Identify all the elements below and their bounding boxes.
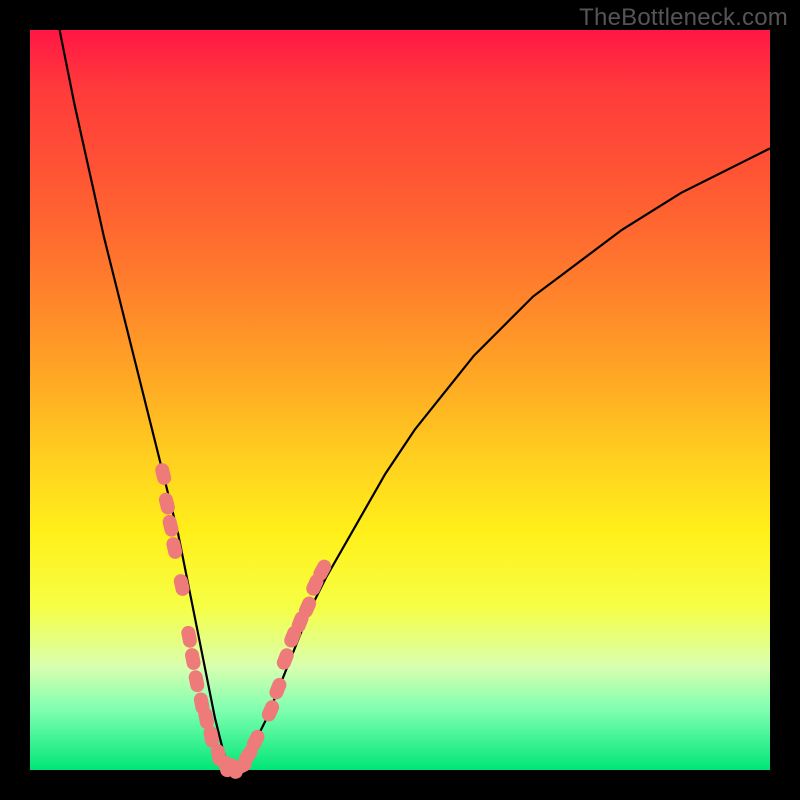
curve-marker xyxy=(275,646,296,672)
chart-svg xyxy=(30,30,770,770)
curve-marker xyxy=(267,676,288,702)
chart-area xyxy=(30,30,770,770)
curve-marker xyxy=(154,462,173,487)
watermark-text: TheBottleneck.com xyxy=(579,4,788,32)
curve-marker xyxy=(172,573,191,598)
curve-marker xyxy=(165,536,184,561)
curve-marker xyxy=(260,698,282,724)
curve-marker xyxy=(184,647,202,671)
curve-marker xyxy=(187,669,205,693)
bottleneck-curve xyxy=(60,30,770,770)
curve-marker xyxy=(180,625,198,649)
curve-markers xyxy=(154,462,334,782)
